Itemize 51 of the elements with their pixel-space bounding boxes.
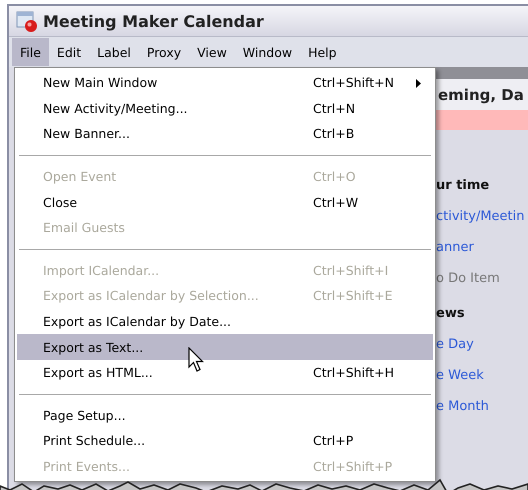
panel-link[interactable]: e Month xyxy=(436,399,528,414)
shortcut-label: Ctrl+O xyxy=(313,169,356,184)
shortcut-label: Ctrl+P xyxy=(313,433,354,448)
menu-entry-label: Export as Text... xyxy=(43,340,144,355)
panel-link[interactable]: e Day xyxy=(436,337,528,352)
shortcut-label: Ctrl+Shift+N xyxy=(313,75,394,90)
menu-entry[interactable]: Print Schedule... Ctrl+P xyxy=(17,428,433,454)
shortcut-label: Ctrl+B xyxy=(313,126,354,142)
menu-entry-label: New Banner... xyxy=(43,126,131,142)
menu-entry-label: New Main Window xyxy=(43,75,158,90)
panel-link[interactable]: anner xyxy=(436,240,528,255)
menu-entry[interactable]: New Banner... Ctrl+B xyxy=(17,121,433,147)
menu-entry[interactable]: Close Ctrl+W xyxy=(17,189,433,215)
submenu-arrow-icon xyxy=(416,79,421,88)
menu-item[interactable]: File xyxy=(12,38,49,66)
menu-item[interactable]: Help xyxy=(300,38,345,66)
menu-entry[interactable]: Export as HTML... Ctrl+Shift+H xyxy=(17,360,433,386)
panel-link[interactable]: ctivity/Meetin xyxy=(436,209,528,224)
section-heading: ur time xyxy=(436,178,490,193)
menu-entry[interactable]: New Main Window Ctrl+Shift+N xyxy=(17,70,433,96)
shortcut-label: Ctrl+W xyxy=(313,194,358,210)
menu-item[interactable]: Proxy xyxy=(138,38,190,66)
shortcut-label: Ctrl+Shift+H xyxy=(313,365,394,380)
menu-item[interactable]: Label xyxy=(89,38,139,66)
menu-entry-label: Email Guests xyxy=(43,220,126,236)
menu-entry-label: Export as ICalendar by Date... xyxy=(43,314,232,330)
menu-entry[interactable]: Page Setup... xyxy=(17,402,433,428)
shortcut-label: Ctrl+Shift+I xyxy=(313,262,388,278)
menu-entry-label: Export as HTML... xyxy=(43,365,154,380)
menu-item[interactable]: Window xyxy=(234,38,300,66)
shortcut-label: Ctrl+Shift+P xyxy=(313,459,392,474)
shortcut-label: Ctrl+Shift+E xyxy=(313,288,392,304)
menu-entry[interactable]: Export as ICalendar by Date... xyxy=(17,308,433,334)
menu-entry-label: Print Schedule... xyxy=(43,433,146,448)
menu-entry-label: Close xyxy=(43,194,78,210)
menu-entry-label: Import ICalendar... xyxy=(43,262,160,278)
menu-entry-label: New Activity/Meeting... xyxy=(43,100,189,116)
shortcut-label: Ctrl+N xyxy=(313,100,356,116)
menu-entry[interactable]: Export as Text... xyxy=(17,334,433,360)
section-heading: ews xyxy=(436,306,466,321)
panel-title: eming, Da xyxy=(438,86,524,104)
menu-entry-label: Page Setup... xyxy=(43,408,127,423)
menu-entry[interactable]: New Activity/Meeting... Ctrl+N xyxy=(17,96,433,122)
window-title: Meeting Maker Calendar xyxy=(43,12,264,30)
menu-item[interactable]: View xyxy=(189,38,235,66)
calendar-icon xyxy=(15,9,39,33)
menu-entry-label: Print Events... xyxy=(43,459,131,474)
menu-entry-label: Export as ICalendar by Selection... xyxy=(43,288,260,304)
panel-link[interactable]: e Week xyxy=(436,368,528,383)
menu-entry-label: Open Event xyxy=(43,169,118,184)
menu-item[interactable]: Edit xyxy=(48,38,90,66)
